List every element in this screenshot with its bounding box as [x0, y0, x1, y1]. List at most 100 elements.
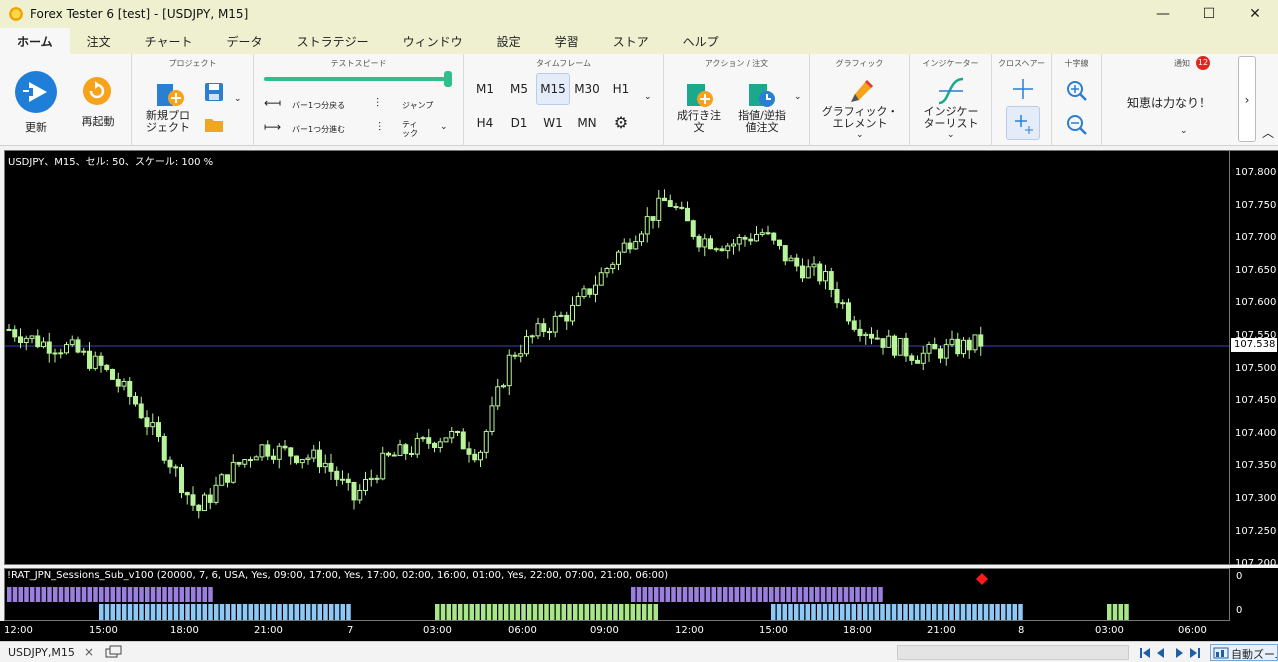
- timeframe-m1[interactable]: M1: [469, 74, 501, 104]
- timeframe-mn[interactable]: MN: [571, 108, 603, 138]
- timeframe-d1[interactable]: D1: [503, 108, 535, 138]
- scroll-first-icon[interactable]: [1140, 648, 1150, 658]
- candle-body: [765, 232, 771, 235]
- price-tick-label: 107.800: [1235, 167, 1277, 178]
- candle-body: [501, 385, 506, 388]
- timeframe-h1[interactable]: H1: [605, 74, 637, 104]
- autozoom-button[interactable]: 自動ズーム: [1210, 644, 1278, 661]
- update-button[interactable]: 更新: [8, 60, 64, 136]
- tick-icon: ⫶: [378, 120, 382, 134]
- tick-button[interactable]: ⫶ ティ ック: [376, 118, 438, 140]
- session-bar-blue: [179, 604, 184, 620]
- candle-body: [869, 333, 874, 339]
- project-more-chevron-icon[interactable]: ⌄: [234, 94, 242, 104]
- price-chart[interactable]: USDJPY、M15、セル: 50、スケール: 100 %: [4, 150, 1230, 565]
- candle-body: [564, 314, 570, 322]
- timeframe-more-chevron-icon[interactable]: ⌄: [644, 92, 652, 102]
- session-bar-green: [607, 604, 612, 620]
- jump-button[interactable]: ⫶ ジャンプ: [376, 96, 438, 112]
- price-axis[interactable]: 107.800 107.750 107.700 107.650 107.600 107.5…: [1230, 150, 1278, 569]
- timeframe-m30[interactable]: M30: [571, 74, 603, 104]
- minimize-button[interactable]: —: [1140, 0, 1186, 28]
- tab-chart[interactable]: チャート: [128, 28, 210, 54]
- candle-body: [771, 232, 777, 241]
- session-bar-blue: [185, 604, 190, 620]
- tab-strategy[interactable]: ストラテジー: [280, 28, 386, 54]
- indicator-tick-top: 0: [1236, 571, 1243, 582]
- tab-window[interactable]: ウィンドウ: [386, 28, 480, 54]
- window-list-icon[interactable]: [105, 645, 123, 659]
- candle-body: [380, 452, 386, 480]
- maximize-button[interactable]: ☐: [1186, 0, 1232, 28]
- pending-order-button[interactable]: 指値/逆指 値注文: [730, 76, 794, 138]
- market-order-button[interactable]: 成行き注 文: [670, 76, 728, 138]
- session-bar-blue: [937, 604, 943, 620]
- candle-body: [138, 403, 144, 419]
- indicator-curve-icon: [938, 77, 964, 105]
- candle-body: [397, 444, 403, 457]
- action-group-title: アクション / 注文: [704, 59, 769, 68]
- speed-slider-thumb[interactable]: [444, 71, 452, 87]
- session-bar-purple: [53, 587, 58, 602]
- horizontal-scrollbar[interactable]: [897, 645, 1129, 660]
- crosshair-icon[interactable]: [1012, 78, 1034, 100]
- time-axis[interactable]: 12:00 15:00 18:00 21:00 7 03:00 06:00 09:00 12:0…: [0, 621, 1278, 641]
- candle-body: [966, 339, 972, 351]
- candle-body: [363, 479, 368, 492]
- notify-badge[interactable]: 12: [1196, 56, 1210, 70]
- candle-body: [18, 336, 23, 344]
- chart-tab-close-icon[interactable]: ×: [84, 645, 94, 659]
- scroll-last-icon[interactable]: [1190, 648, 1200, 658]
- candle-body: [880, 338, 886, 348]
- candle-body: [840, 302, 846, 305]
- open-folder-icon[interactable]: [204, 114, 224, 134]
- time-tick-label: 7: [347, 625, 354, 636]
- candle-body: [432, 442, 437, 448]
- chart-tab-label[interactable]: USDJPY,M15: [8, 646, 75, 659]
- indicator-list-button[interactable]: インジケー ターリスト ⌄: [914, 74, 988, 142]
- speed-more-chevron-icon[interactable]: ⌄: [440, 122, 448, 132]
- tab-settings[interactable]: 設定: [480, 28, 538, 54]
- scroll-next-icon[interactable]: [1176, 648, 1183, 658]
- notify-chevron-icon[interactable]: ⌄: [1180, 126, 1188, 136]
- zoom-in-icon[interactable]: [1066, 80, 1088, 102]
- ribbon-next-arrow-icon[interactable]: ›: [1238, 56, 1256, 142]
- save-icon[interactable]: [204, 82, 224, 102]
- tab-learning[interactable]: 学習: [538, 28, 596, 54]
- ribbon-collapse-chevron-icon[interactable]: ︿: [1262, 124, 1274, 141]
- candle-body: [673, 206, 679, 209]
- step-forward-button[interactable]: ⟼ バー1つ分進む: [264, 120, 364, 136]
- timeframe-h4[interactable]: H4: [469, 108, 501, 138]
- time-tick-label: 12:00: [4, 625, 33, 636]
- new-project-button[interactable]: 新規プロ ジェクト: [142, 76, 194, 138]
- session-bar-blue: [897, 604, 902, 620]
- candle-body: [466, 448, 472, 455]
- tab-order[interactable]: 注文: [70, 28, 128, 54]
- action-more-chevron-icon[interactable]: ⌄: [794, 92, 802, 102]
- step-back-button[interactable]: ⟻ バー1つ分戻る: [264, 96, 364, 112]
- tab-home[interactable]: ホーム: [0, 28, 70, 54]
- session-bar-purple: [162, 587, 167, 602]
- candle-body: [587, 288, 593, 295]
- time-tick-label: 21:00: [927, 625, 956, 636]
- session-bar-blue: [776, 604, 782, 620]
- scroll-prev-icon[interactable]: [1157, 648, 1164, 658]
- crosshair-cursor-button[interactable]: [1006, 106, 1040, 140]
- tab-store[interactable]: ストア: [596, 28, 666, 54]
- restart-button[interactable]: 再起動: [70, 60, 126, 136]
- timeframe-m15[interactable]: M15: [536, 73, 570, 105]
- session-indicator-panel[interactable]: !RAT_JPN_Sessions_Sub_v100 (20000, 7, 6,…: [4, 568, 1230, 621]
- speed-slider-track[interactable]: [264, 77, 450, 81]
- close-button[interactable]: ✕: [1232, 0, 1278, 28]
- tab-help[interactable]: ヘルプ: [666, 28, 736, 54]
- timeframe-m5[interactable]: M5: [503, 74, 535, 104]
- session-bar-blue: [277, 604, 282, 620]
- zoom-out-icon[interactable]: [1066, 114, 1088, 136]
- session-bar-blue: [288, 604, 294, 620]
- timeframe-settings-gear-icon[interactable]: ⚙: [605, 108, 637, 138]
- graphic-elements-button[interactable]: グラフィック・ エレメント ⌄: [820, 74, 900, 142]
- timeframe-w1[interactable]: W1: [537, 108, 569, 138]
- candle-body: [455, 431, 460, 434]
- candle-body: [357, 490, 363, 501]
- tab-data[interactable]: データ: [210, 28, 280, 54]
